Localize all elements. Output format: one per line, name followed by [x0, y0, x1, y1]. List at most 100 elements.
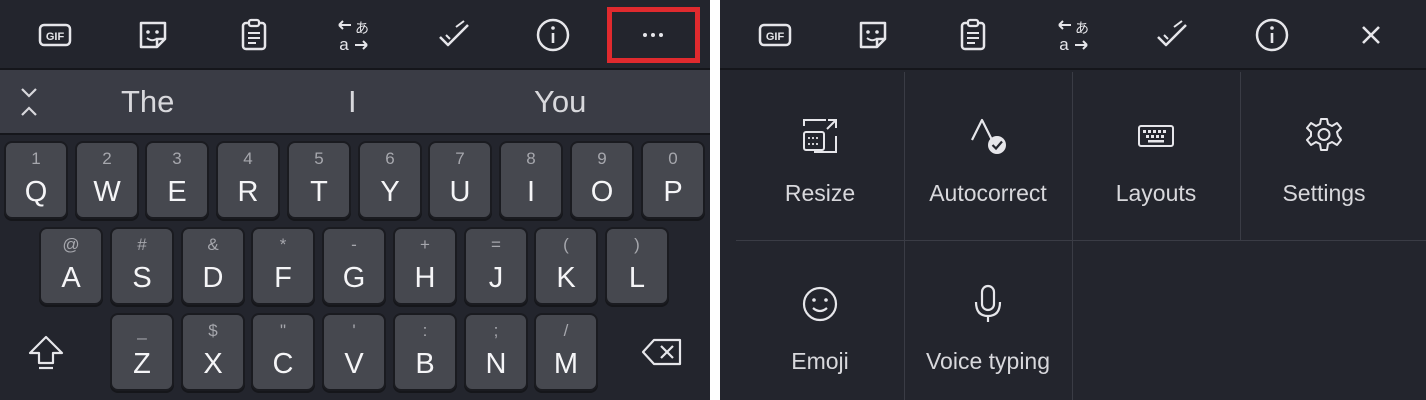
- key-alt-label: @: [62, 235, 80, 254]
- key-v[interactable]: ' V: [322, 313, 386, 391]
- translate-icon[interactable]: あa: [1052, 14, 1094, 56]
- translate-icon[interactable]: あa: [332, 14, 374, 56]
- key-alt-label: 2: [102, 149, 112, 168]
- key-label: R: [237, 176, 259, 208]
- key-p[interactable]: 0P: [641, 141, 705, 219]
- emoji-label: Emoji: [791, 348, 849, 374]
- key-alt-label: 8: [526, 149, 536, 168]
- key-x[interactable]: $ X: [181, 313, 245, 391]
- key-w[interactable]: 2W: [75, 141, 139, 219]
- backspace-key[interactable]: [630, 313, 694, 391]
- info-icon[interactable]: [1251, 14, 1293, 56]
- spellcheck-icon[interactable]: [433, 14, 475, 56]
- key-k[interactable]: (K: [534, 227, 598, 305]
- key-alt-label: #: [137, 235, 147, 254]
- key-l[interactable]: ) L: [605, 227, 669, 305]
- info-icon[interactable]: [532, 14, 574, 56]
- layouts-button[interactable]: Layouts: [1072, 72, 1240, 242]
- resize-button[interactable]: Resize: [736, 72, 904, 242]
- key-label: Q: [24, 176, 48, 208]
- key-label: O: [590, 176, 614, 208]
- key-y[interactable]: 6Y: [358, 141, 422, 219]
- key-u[interactable]: 7U: [428, 141, 492, 219]
- key-alt-label: 9: [597, 149, 607, 168]
- autocorrect-button[interactable]: Autocorrect: [904, 72, 1072, 242]
- key-alt-label: ": [279, 321, 287, 340]
- key-label: E: [167, 176, 187, 208]
- key-c[interactable]: " C: [251, 313, 315, 391]
- key-z[interactable]: _ Z: [110, 313, 174, 391]
- shift-key[interactable]: [14, 313, 78, 391]
- key-label: Y: [380, 176, 400, 208]
- key-alt-label: 5: [314, 149, 324, 168]
- key-g[interactable]: -G: [322, 227, 386, 305]
- key-label: B: [415, 348, 435, 380]
- key-alt-label: 4: [243, 149, 253, 168]
- key-alt-label: +: [420, 235, 430, 254]
- key-label: J: [488, 262, 504, 294]
- key-alt-label: (: [563, 235, 569, 254]
- key-d[interactable]: & D: [181, 227, 245, 305]
- key-o[interactable]: 9O: [570, 141, 634, 219]
- voice-typing-label: Voice typing: [925, 348, 1051, 374]
- key-i[interactable]: 8I: [499, 141, 563, 219]
- key-label: U: [449, 176, 471, 208]
- key-h[interactable]: + H: [393, 227, 457, 305]
- voice-typing-button[interactable]: Voice typing: [904, 240, 1072, 400]
- clipboard-icon[interactable]: [233, 14, 275, 56]
- key-r[interactable]: 4R: [216, 141, 280, 219]
- key-alt-label: &: [207, 235, 219, 254]
- key-label: F: [274, 262, 292, 294]
- key-alt-label: 0: [668, 149, 678, 168]
- resize-icon: [736, 114, 904, 158]
- key-n[interactable]: ; N: [464, 313, 528, 391]
- key-alt-label: 3: [172, 149, 182, 168]
- key-label: D: [202, 262, 224, 294]
- clipboard-icon[interactable]: [952, 14, 994, 56]
- key-label: S: [132, 262, 152, 294]
- key-label: M: [553, 348, 579, 380]
- key-alt-label: /: [563, 321, 569, 340]
- smiley-icon: [736, 282, 904, 326]
- gif-icon[interactable]: GIF: [34, 14, 76, 56]
- sticker-icon[interactable]: [132, 14, 174, 56]
- key-m[interactable]: / M: [534, 313, 598, 391]
- key-alt-label: 7: [455, 149, 465, 168]
- key-label: H: [414, 262, 436, 294]
- gif-icon[interactable]: GIF: [754, 14, 796, 56]
- settings-label: Settings: [1282, 180, 1366, 206]
- key-alt-label: -: [351, 235, 357, 254]
- key-s[interactable]: # S: [110, 227, 174, 305]
- sticker-icon[interactable]: [852, 14, 894, 56]
- suggestion-item[interactable]: The: [121, 84, 174, 120]
- key-alt-label: :: [422, 321, 428, 340]
- key-b[interactable]: :B: [393, 313, 457, 391]
- keyboard-keys: 1Q 2W 3E 4R 5T 6Y 7U 8I 9O 0P @ A # S & D *…: [0, 137, 710, 400]
- keyboard-menu-panel: GIF あa Resize Autocorrect Layouts Settin…: [720, 0, 1426, 400]
- key-label: N: [485, 348, 507, 380]
- collapse-suggestions-icon[interactable]: [14, 85, 44, 119]
- gear-icon: [1240, 114, 1408, 158]
- key-label: V: [344, 348, 364, 380]
- suggestion-bar: The I You: [0, 70, 710, 135]
- close-icon[interactable]: [1350, 14, 1392, 56]
- key-label: K: [556, 262, 576, 294]
- settings-button[interactable]: Settings: [1240, 72, 1408, 242]
- more-button-highlight: [607, 7, 700, 63]
- suggestion-item[interactable]: You: [534, 84, 586, 120]
- key-e[interactable]: 3E: [145, 141, 209, 219]
- key-alt-label: _: [137, 321, 147, 340]
- keyboard-toolbar: GIF あa: [720, 0, 1426, 70]
- svg-text:GIF: GIF: [46, 31, 65, 43]
- key-q[interactable]: 1Q: [4, 141, 68, 219]
- emoji-button[interactable]: Emoji: [736, 240, 904, 400]
- svg-text:a: a: [1059, 35, 1069, 53]
- key-t[interactable]: 5T: [287, 141, 351, 219]
- key-j[interactable]: = J: [464, 227, 528, 305]
- spellcheck-icon[interactable]: [1151, 14, 1193, 56]
- svg-text:あ: あ: [355, 20, 369, 36]
- key-f[interactable]: * F: [251, 227, 315, 305]
- resize-label: Resize: [784, 180, 856, 206]
- suggestion-item[interactable]: I: [348, 84, 357, 120]
- key-a[interactable]: @ A: [39, 227, 103, 305]
